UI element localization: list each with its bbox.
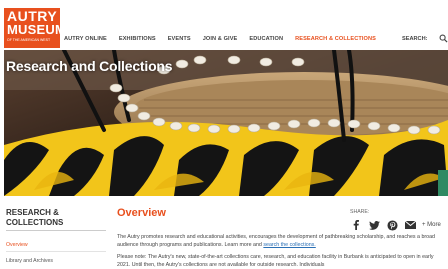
hero-title: Research and Collections	[6, 58, 173, 74]
sidebar-title: RESEARCH & COLLECTIONS	[6, 208, 64, 227]
search-label: SEARCH:	[402, 36, 428, 42]
share-more-link[interactable]: + More	[422, 222, 441, 228]
site-header: AUTRY MUSEUM OF THE AMERICAN WEST AUTRY …	[0, 0, 448, 52]
email-icon[interactable]	[404, 219, 416, 231]
intro-paragraph: The Autry promotes research and educatio…	[117, 234, 447, 249]
logo-tagline: OF THE AMERICAN WEST	[7, 38, 51, 42]
nav-item-research-collections[interactable]: RESEARCH & COLLECTIONS	[295, 36, 376, 42]
notice-text: Please note: The Autry's new, state-of-t…	[117, 254, 434, 268]
twitter-icon[interactable]	[368, 219, 380, 231]
search-collections-link[interactable]: search the collections.	[263, 242, 315, 248]
nav-item-education[interactable]: EDUCATION	[249, 36, 283, 42]
nav-item-events[interactable]: EVENTS	[168, 36, 191, 42]
nav-item-autry-online[interactable]: AUTRY ONLINE	[64, 36, 107, 42]
pinterest-icon[interactable]	[386, 219, 398, 231]
nav-item-join-give[interactable]: JOIN & GIVE	[203, 36, 238, 42]
share-label: SHARE:	[350, 209, 370, 215]
facebook-icon[interactable]	[350, 219, 362, 231]
autry-museum-logo[interactable]: AUTRY MUSEUM OF THE AMERICAN WEST	[4, 8, 66, 48]
main-nav: AUTRY ONLINE EXHIBITIONS EVENTS JOIN & G…	[64, 34, 388, 44]
share-buttons: + More	[350, 219, 441, 231]
sidebar-item-divider	[6, 251, 106, 252]
sidebar-item-overview[interactable]: Overview	[6, 242, 28, 248]
nav-item-exhibitions[interactable]: EXHIBITIONS	[119, 36, 156, 42]
search-icon[interactable]	[439, 34, 448, 43]
page-title: Overview	[117, 207, 166, 219]
logo-line-2: MUSEUM	[7, 22, 66, 37]
hero-image: Research and Collections	[4, 50, 448, 196]
sidebar-item-library-archives[interactable]: Library and Archives	[6, 258, 53, 264]
sidebar-divider	[6, 230, 106, 231]
notice-paragraph: Please note: The Autry's new, state-of-t…	[117, 254, 447, 269]
